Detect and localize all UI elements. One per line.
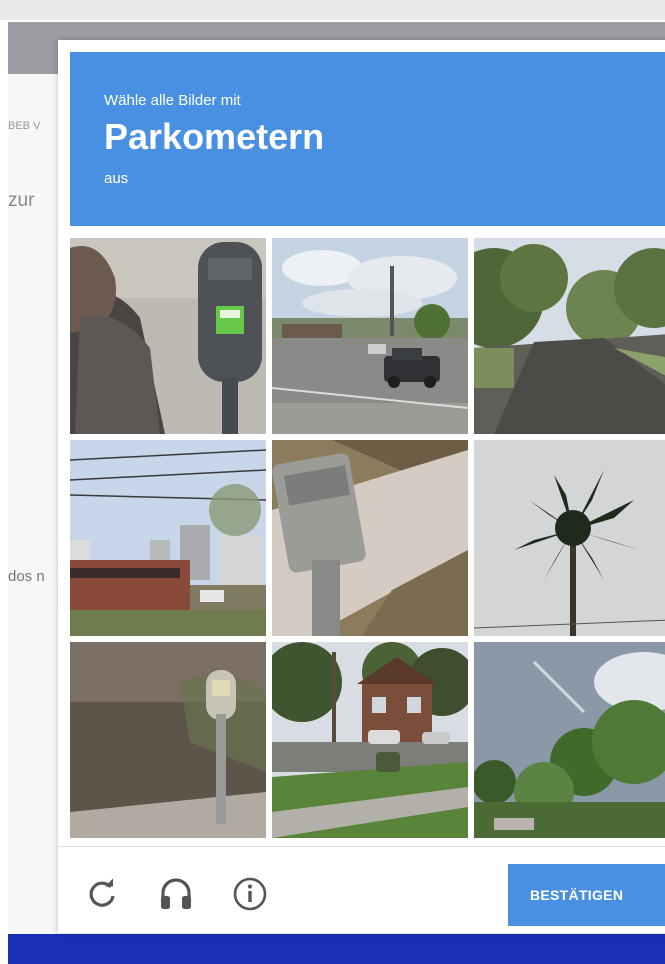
image-grid [70, 238, 665, 838]
instruction-banner: Wähle alle Bilder mit Parkometern aus [70, 52, 665, 226]
instruction-prefix: Wähle alle Bilder mit [104, 92, 241, 109]
image-tile-3[interactable] [474, 238, 665, 434]
tile-2-image [272, 238, 468, 434]
background-text-2: zur [8, 190, 35, 211]
image-tile-9[interactable] [474, 642, 665, 838]
footer-divider [58, 846, 665, 847]
reload-icon[interactable] [82, 874, 122, 914]
tile-4-image [70, 440, 266, 636]
page: BEB V zur dos n Wähle alle Bilder mit Pa… [0, 0, 665, 964]
image-tile-4[interactable] [70, 440, 266, 636]
background-text-1: BEB V [8, 120, 41, 132]
tile-8-image [272, 642, 468, 838]
tile-1-image [70, 238, 266, 434]
image-tile-1[interactable] [70, 238, 266, 434]
instruction-keyword: Parkometern [104, 116, 325, 157]
image-tile-7[interactable] [70, 642, 266, 838]
image-tile-8[interactable] [272, 642, 468, 838]
tile-6-image [474, 440, 665, 636]
headphones-icon[interactable] [156, 874, 196, 914]
tile-9-image [474, 642, 665, 838]
captcha-challenge-dialog: Wähle alle Bilder mit Parkometern aus BE… [58, 40, 665, 933]
instruction-suffix: aus [104, 170, 129, 187]
info-icon[interactable] [230, 874, 270, 914]
background-text-3: dos n [8, 568, 45, 585]
page-top-bar [0, 0, 665, 20]
tile-7-image [70, 642, 266, 838]
image-tile-5[interactable] [272, 440, 468, 636]
image-tile-2[interactable] [272, 238, 468, 434]
tile-3-image [474, 238, 665, 434]
page-bottom-bar [8, 934, 665, 964]
image-tile-6[interactable] [474, 440, 665, 636]
tile-5-image [272, 440, 468, 636]
confirm-button[interactable]: BESTÄTIGEN [508, 864, 665, 926]
